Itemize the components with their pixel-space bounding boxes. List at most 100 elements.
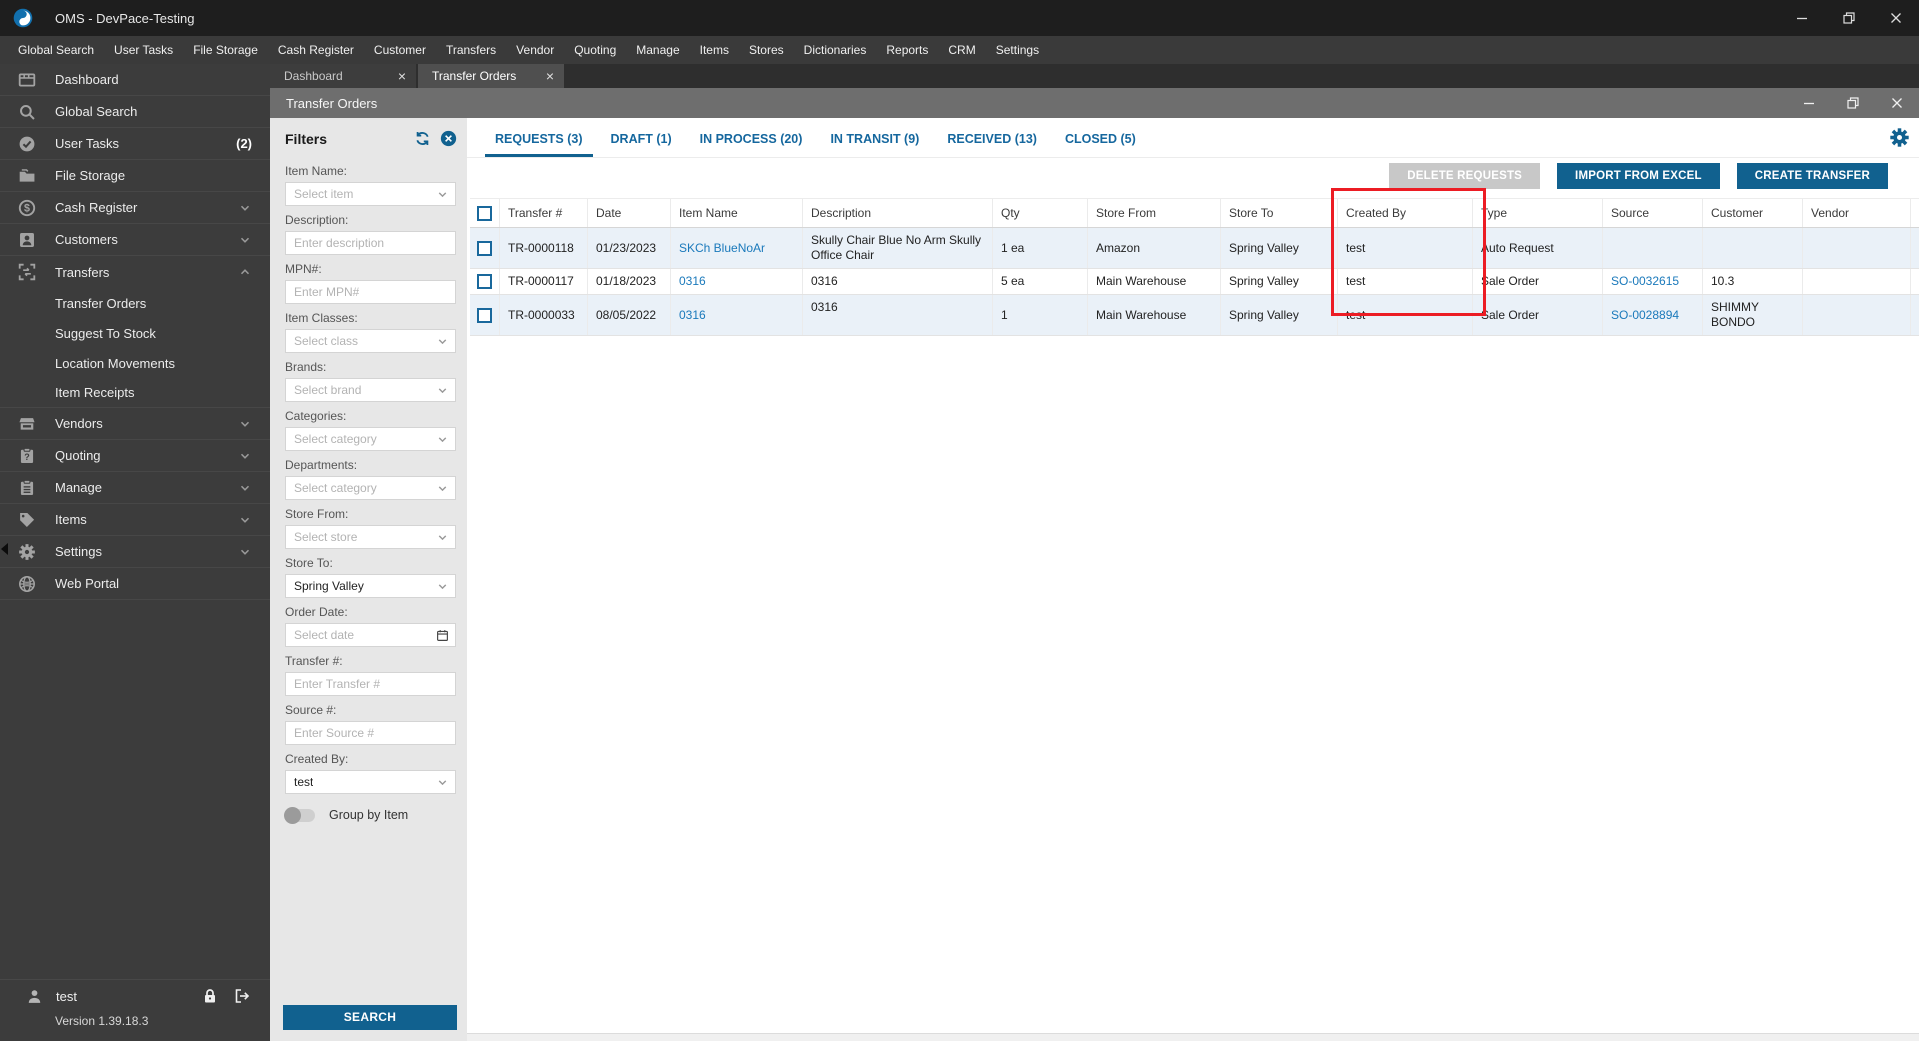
sidebar-item-transfer-orders[interactable]: Transfer Orders bbox=[0, 288, 270, 318]
column-header-type[interactable]: Type bbox=[1473, 199, 1603, 227]
menu-item-reports[interactable]: Reports bbox=[876, 36, 938, 64]
tab-draft-1[interactable]: DRAFT (1) bbox=[597, 132, 686, 157]
select-all-checkbox[interactable] bbox=[477, 205, 492, 221]
sidebar-collapse-arrow[interactable] bbox=[1, 543, 8, 555]
sidebar-item-suggest-to-stock[interactable]: Suggest To Stock bbox=[0, 318, 270, 348]
restore-button[interactable] bbox=[1825, 0, 1872, 36]
sidebar-item-dashboard[interactable]: Dashboard bbox=[0, 64, 270, 96]
filter-input-transfer[interactable]: Enter Transfer # bbox=[285, 672, 456, 696]
tab-closed-5[interactable]: CLOSED (5) bbox=[1051, 132, 1150, 157]
document-tab-transfer-orders[interactable]: Transfer Orders × bbox=[418, 64, 564, 88]
menu-item-manage[interactable]: Manage bbox=[626, 36, 689, 64]
minimize-button[interactable] bbox=[1778, 0, 1825, 36]
sidebar-item-manage[interactable]: Manage bbox=[0, 472, 270, 504]
column-header-description[interactable]: Description bbox=[803, 199, 993, 227]
refresh-filters-icon[interactable] bbox=[414, 130, 431, 147]
menu-item-cash-register[interactable]: Cash Register bbox=[268, 36, 364, 64]
row-checkbox[interactable] bbox=[477, 274, 492, 289]
filter-select-store-from[interactable]: Select store bbox=[285, 525, 456, 549]
sidebar-item-customers[interactable]: Customers bbox=[0, 224, 270, 256]
sidebar-item-quoting[interactable]: ? Quoting bbox=[0, 440, 270, 472]
tab-in-process-20[interactable]: IN PROCESS (20) bbox=[686, 132, 817, 157]
inner-restore-button[interactable] bbox=[1831, 88, 1875, 118]
tab-close-icon[interactable]: × bbox=[398, 68, 406, 84]
filter-input-source[interactable]: Enter Source # bbox=[285, 721, 456, 745]
filter-select-categories[interactable]: Select category bbox=[285, 427, 456, 451]
menu-item-dictionaries[interactable]: Dictionaries bbox=[794, 36, 877, 64]
horizontal-scrollbar[interactable] bbox=[467, 1033, 1919, 1041]
import-from-excel-button[interactable]: IMPORT FROM EXCEL bbox=[1557, 163, 1720, 189]
source-link[interactable]: SO-0032615 bbox=[1611, 274, 1679, 289]
menu-item-stores[interactable]: Stores bbox=[739, 36, 794, 64]
table-row-TR-0000117[interactable]: TR-0000117 01/18/2023 0316 0316 5 ea Main War… bbox=[470, 269, 1919, 295]
column-header-created-by[interactable]: Created By bbox=[1338, 199, 1473, 227]
filter-input-description[interactable]: Enter description bbox=[285, 231, 456, 255]
menu-item-vendor[interactable]: Vendor bbox=[506, 36, 564, 64]
logout-icon[interactable] bbox=[234, 988, 250, 1004]
table-row-TR-0000118[interactable]: TR-0000118 01/23/2023 SKCh BlueNoAr Skully … bbox=[470, 228, 1919, 269]
tab-received-13[interactable]: RECEIVED (13) bbox=[933, 132, 1051, 157]
search-button[interactable]: SEARCH bbox=[283, 1005, 457, 1030]
source-link[interactable]: SO-0028894 bbox=[1611, 308, 1679, 323]
grid-settings-gear-icon[interactable] bbox=[1889, 127, 1910, 148]
delete-requests-button[interactable]: DELETE REQUESTS bbox=[1389, 163, 1541, 189]
menu-item-crm[interactable]: CRM bbox=[938, 36, 985, 64]
sidebar-item-location-movements[interactable]: Location Movements bbox=[0, 348, 270, 378]
item-link[interactable]: 0316 bbox=[679, 308, 706, 323]
filter-date-order-date[interactable]: Select date bbox=[285, 623, 456, 647]
clear-filters-icon[interactable] bbox=[440, 130, 457, 147]
item-link[interactable]: 0316 bbox=[679, 274, 706, 289]
cell-item[interactable]: SKCh BlueNoAr bbox=[671, 228, 803, 268]
sidebar-item-transfers[interactable]: Transfers bbox=[0, 256, 270, 288]
tab-in-transit-9[interactable]: IN TRANSIT (9) bbox=[816, 132, 933, 157]
sidebar-item-global-search[interactable]: Global Search bbox=[0, 96, 270, 128]
filter-select-brands[interactable]: Select brand bbox=[285, 378, 456, 402]
tab-close-icon[interactable]: × bbox=[546, 68, 554, 84]
column-header-transfer[interactable]: Transfer # bbox=[500, 199, 588, 227]
row-checkbox[interactable] bbox=[477, 240, 492, 256]
filter-select-item-classes[interactable]: Select class bbox=[285, 329, 456, 353]
filter-select-created-by[interactable]: test bbox=[285, 770, 456, 794]
filter-select-store-to[interactable]: Spring Valley bbox=[285, 574, 456, 598]
filter-input-mpn[interactable]: Enter MPN# bbox=[285, 280, 456, 304]
cell-item[interactable]: 0316 bbox=[671, 269, 803, 294]
close-button[interactable] bbox=[1872, 0, 1919, 36]
cell-item[interactable]: 0316 bbox=[671, 295, 803, 335]
sidebar-item-file-storage[interactable]: File Storage bbox=[0, 160, 270, 192]
sidebar-item-items[interactable]: Items bbox=[0, 504, 270, 536]
row-checkbox[interactable] bbox=[477, 307, 492, 323]
cell-source[interactable]: SO-0028894 bbox=[1603, 295, 1703, 335]
sidebar-item-vendors[interactable]: Vendors bbox=[0, 408, 270, 440]
menu-item-user-tasks[interactable]: User Tasks bbox=[104, 36, 183, 64]
column-header-vendor[interactable]: Vendor bbox=[1803, 199, 1911, 227]
column-header-qty[interactable]: Qty bbox=[993, 199, 1088, 227]
sidebar-item-cash-register[interactable]: $ Cash Register bbox=[0, 192, 270, 224]
menu-item-items[interactable]: Items bbox=[690, 36, 739, 64]
create-transfer-button[interactable]: CREATE TRANSFER bbox=[1736, 163, 1888, 189]
sidebar-item-settings[interactable]: Settings bbox=[0, 536, 270, 568]
menu-item-global-search[interactable]: Global Search bbox=[8, 36, 104, 64]
sidebar-item-item-receipts[interactable]: Item Receipts bbox=[0, 378, 270, 408]
inner-close-button[interactable] bbox=[1875, 88, 1919, 118]
column-header-source[interactable]: Source bbox=[1603, 199, 1703, 227]
cell-source[interactable]: SO-0032615 bbox=[1603, 269, 1703, 294]
menu-item-settings[interactable]: Settings bbox=[986, 36, 1049, 64]
menu-item-file-storage[interactable]: File Storage bbox=[183, 36, 268, 64]
column-header-store-to[interactable]: Store To bbox=[1221, 199, 1338, 227]
table-row-TR-0000033[interactable]: TR-0000033 08/05/2022 0316 0316 1 Main Wareho… bbox=[470, 295, 1919, 336]
column-header-store-from[interactable]: Store From bbox=[1088, 199, 1221, 227]
column-header-item-name[interactable]: Item Name bbox=[671, 199, 803, 227]
inner-minimize-button[interactable] bbox=[1787, 88, 1831, 118]
tab-requests-3[interactable]: REQUESTS (3) bbox=[481, 132, 597, 157]
menu-item-customer[interactable]: Customer bbox=[364, 36, 436, 64]
menu-item-quoting[interactable]: Quoting bbox=[564, 36, 626, 64]
document-tab-dashboard[interactable]: Dashboard × bbox=[270, 64, 416, 88]
column-header-customer[interactable]: Customer bbox=[1703, 199, 1803, 227]
sidebar-item-user-tasks[interactable]: User Tasks (2) bbox=[0, 128, 270, 160]
filter-select-item-name[interactable]: Select item bbox=[285, 182, 456, 206]
filter-select-departments[interactable]: Select category bbox=[285, 476, 456, 500]
item-link[interactable]: SKCh BlueNoAr bbox=[679, 241, 765, 256]
calendar-icon[interactable] bbox=[436, 629, 449, 642]
lock-icon[interactable] bbox=[202, 988, 218, 1004]
group-by-item-toggle[interactable] bbox=[284, 806, 315, 824]
